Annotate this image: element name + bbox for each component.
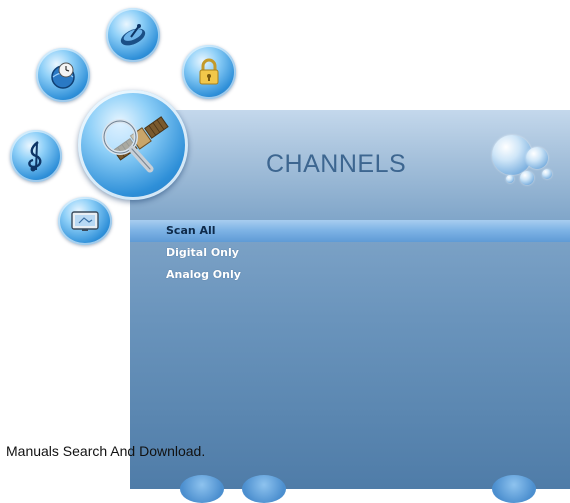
satellite-dish-icon[interactable]: [106, 8, 160, 62]
channel-scan-options: Scan All Digital Only Analog Only: [130, 220, 570, 286]
bottom-orb-decoration: [180, 475, 224, 503]
clock-globe-icon[interactable]: [36, 48, 90, 102]
footer-watermark-text: Manuals Search And Download.: [6, 443, 206, 459]
lock-icon[interactable]: [182, 45, 236, 99]
bottom-orb-decoration: [242, 475, 286, 503]
music-note-icon[interactable]: [10, 130, 62, 182]
menu-title: CHANNELS: [266, 150, 407, 178]
tv-screen-icon[interactable]: [58, 197, 112, 245]
bottom-orb-decoration: [492, 475, 536, 503]
bubbles-decoration-icon: [492, 127, 562, 197]
menu-item-scan-all[interactable]: Scan All: [130, 220, 570, 242]
menu-item-digital-only[interactable]: Digital Only: [130, 242, 570, 264]
search-satellite-icon[interactable]: [78, 90, 188, 200]
menu-item-analog-only[interactable]: Analog Only: [130, 264, 570, 286]
